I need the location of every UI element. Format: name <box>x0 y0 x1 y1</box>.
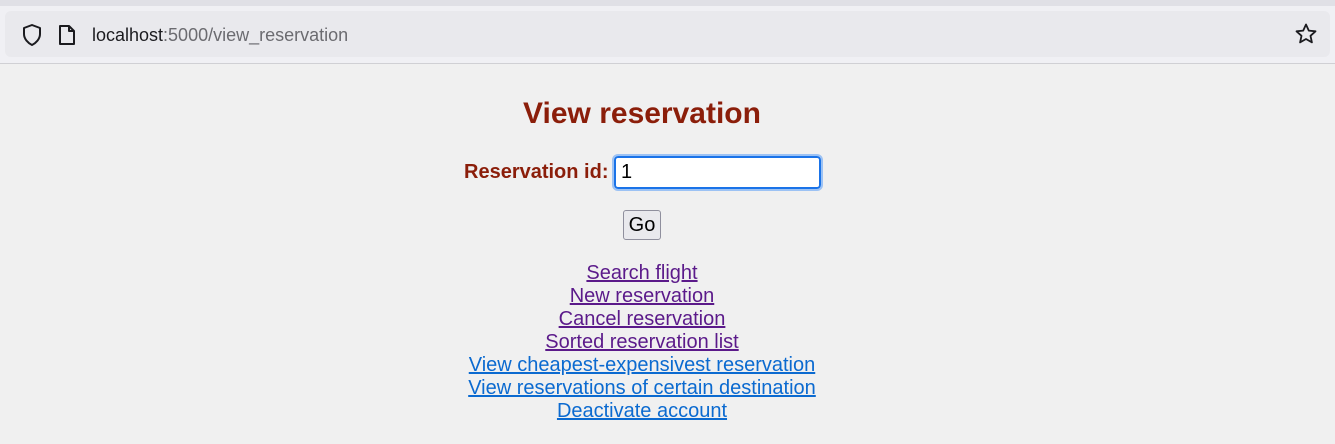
tab-strip <box>0 0 1335 6</box>
url-path: :5000/view_reservation <box>163 25 349 45</box>
page-content: View reservation Reservation id: Go Sear… <box>0 65 1335 444</box>
reservation-form-row: Reservation id: <box>0 154 1284 191</box>
view-cheapest-expensivest-link[interactable]: View cheapest-expensivest reservation <box>0 354 1284 377</box>
page-icon[interactable] <box>57 24 77 46</box>
browser-toolbar: localhost:5000/view_reservation <box>0 0 1335 64</box>
address-bar[interactable]: localhost:5000/view_reservation <box>5 11 1330 57</box>
url-text[interactable]: localhost:5000/view_reservation <box>92 24 348 46</box>
page-title: View reservation <box>523 97 761 130</box>
navigation-links: Search flight New reservation Cancel res… <box>0 262 1284 423</box>
url-host: localhost <box>92 25 164 45</box>
bookmark-star-icon[interactable] <box>1294 22 1318 46</box>
sorted-reservation-list-link[interactable]: Sorted reservation list <box>0 331 1284 354</box>
go-button[interactable]: Go <box>623 210 661 240</box>
deactivate-account-link[interactable]: Deactivate account <box>0 400 1284 423</box>
search-flight-link[interactable]: Search flight <box>0 262 1284 285</box>
new-reservation-link[interactable]: New reservation <box>0 285 1284 308</box>
reservation-id-input[interactable] <box>612 154 823 191</box>
reservation-id-label: Reservation id: <box>464 161 609 183</box>
shield-icon[interactable] <box>21 23 43 47</box>
view-destination-reservations-link[interactable]: View reservations of certain destination <box>0 377 1284 400</box>
cancel-reservation-link[interactable]: Cancel reservation <box>0 308 1284 331</box>
